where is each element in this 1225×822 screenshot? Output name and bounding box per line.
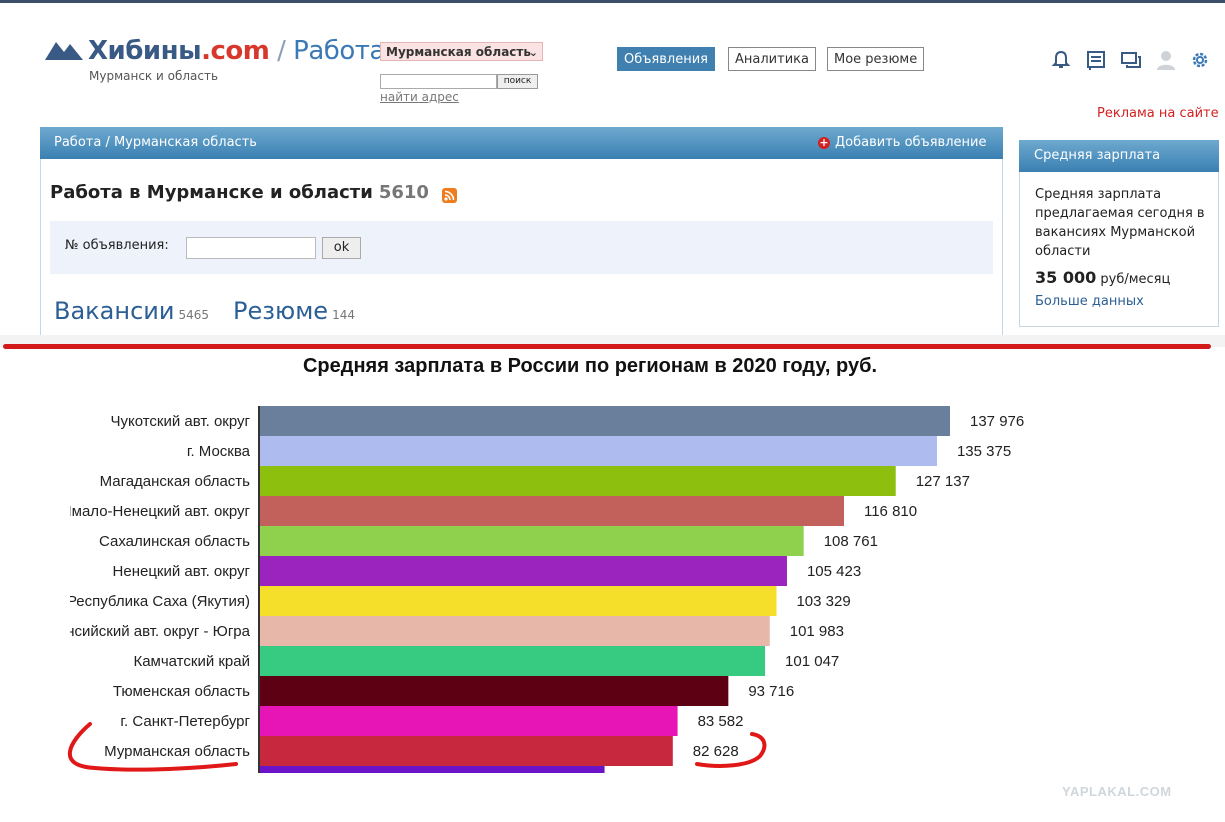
partial-bar — [259, 766, 605, 773]
bar — [259, 406, 950, 436]
value-label: 82 628 — [693, 743, 739, 760]
category-label: г. Санкт-Петербург — [120, 713, 250, 730]
bar — [259, 496, 844, 526]
bar — [259, 526, 804, 556]
gear-icon[interactable] — [1189, 49, 1211, 71]
category-label: г. Москва — [187, 443, 251, 460]
value-label: 83 582 — [698, 713, 744, 730]
bar — [259, 466, 896, 496]
tab-resumes-label: Резюме — [233, 297, 329, 325]
bar — [259, 556, 787, 586]
value-label: 108 761 — [824, 533, 878, 550]
tab-resumes[interactable]: Резюме 144 — [233, 297, 355, 325]
salary-widget-title: Средняя зарплата — [1019, 140, 1219, 172]
region-select-value: Мурманская область — [386, 45, 531, 59]
page-title: Работа в Мурманске и области 5610 — [50, 182, 429, 203]
category-label: Магаданская область — [100, 473, 251, 490]
bar — [259, 736, 673, 766]
user-icon[interactable] — [1155, 49, 1177, 71]
breadcrumb[interactable]: Работа / Мурманская область — [54, 127, 257, 159]
find-address-link[interactable]: найти адрес — [380, 90, 459, 104]
chevron-down-icon: ⌄ — [528, 46, 538, 59]
value-label: 103 329 — [796, 593, 850, 610]
salary-bar-chart: Чукотский авт. округ 137 976 г. Москва 135 … — [0, 406, 1024, 773]
chart-title: Средняя зарплата в России по регионам в … — [302, 355, 878, 377]
category-label: Камчатский край — [133, 653, 250, 670]
ad-number-label: № объявления: — [65, 238, 169, 253]
category-label: Ханты-Мансийский авт. округ - Югра — [0, 623, 251, 640]
bar — [259, 646, 766, 676]
logo-section-text: Работа — [293, 36, 385, 66]
chat-icon[interactable] — [1120, 49, 1142, 71]
bell-icon[interactable] — [1050, 49, 1072, 71]
red-divider-line — [3, 344, 1211, 349]
plus-icon: + — [818, 136, 830, 149]
category-label: Ненецкий авт. округ — [113, 563, 251, 580]
tab-vacancies-count: 5465 — [178, 308, 210, 322]
search-input[interactable] — [380, 74, 497, 89]
bar — [259, 706, 678, 736]
logo-main-text: Хибины — [88, 36, 202, 66]
bar — [259, 616, 770, 646]
category-label: Мурманская область — [104, 743, 250, 760]
tab-vacancies-label: Вакансии — [54, 297, 175, 325]
ad-number-ok-button[interactable]: ok — [322, 237, 361, 259]
nav-my-resume-button[interactable]: Мое резюме — [827, 47, 925, 71]
logo-mountains-icon[interactable] — [45, 38, 83, 64]
search-button[interactable]: поиск — [497, 74, 538, 89]
value-label: 93 716 — [748, 683, 794, 700]
tab-vacancies[interactable]: Вакансии 5465 — [54, 297, 209, 325]
logo-separator: / — [269, 36, 294, 66]
salary-value: 35 000 руб/месяц — [1035, 268, 1170, 287]
salary-widget-text: Средняя зарплата предлагаемая сегодня в … — [1035, 187, 1205, 259]
bar — [259, 586, 777, 616]
page-title-count: 5610 — [378, 182, 429, 203]
add-ad-button[interactable]: + Добавить объявление — [818, 127, 986, 159]
bar — [259, 676, 729, 706]
value-label: 101 983 — [790, 623, 844, 640]
category-label: Тюменская область — [113, 683, 250, 700]
value-label: 137 976 — [970, 413, 1024, 430]
value-label: 101 047 — [785, 653, 839, 670]
value-label: 105 423 — [807, 563, 861, 580]
nav-ads-button[interactable]: Объявления — [617, 47, 715, 71]
rss-icon[interactable] — [442, 188, 457, 203]
page-title-text: Работа в Мурманске и области — [50, 182, 373, 203]
category-label: Республика Саха (Якутия) — [67, 593, 250, 610]
value-label: 127 137 — [916, 473, 970, 490]
region-select[interactable]: Мурманская область ⌄ — [380, 42, 543, 61]
top-border — [0, 0, 1225, 3]
add-ad-label: Добавить объявление — [835, 135, 987, 150]
ad-number-input[interactable] — [186, 237, 316, 259]
site-logo[interactable]: Хибины.com / Работа — [88, 36, 385, 66]
bar — [259, 436, 937, 466]
logo-subtitle: Мурманск и область — [89, 69, 219, 83]
salary-unit: руб/месяц — [1100, 272, 1171, 287]
watermark-text: YAPLAKAL.COM — [1062, 784, 1172, 799]
value-label: 135 375 — [957, 443, 1011, 460]
salary-amount: 35 000 — [1035, 268, 1097, 287]
nav-analytics-button[interactable]: Аналитика — [728, 47, 816, 71]
tab-resumes-count: 144 — [332, 308, 355, 322]
more-data-link[interactable]: Больше данных — [1035, 294, 1144, 309]
advertise-link[interactable]: Реклама на сайте — [1097, 106, 1219, 121]
category-label: Ямало-Ненецкий авт. округ — [61, 503, 251, 520]
category-label: Сахалинская область — [99, 533, 250, 550]
news-icon[interactable] — [1085, 49, 1107, 71]
logo-com-text: .com — [201, 36, 270, 66]
category-label: Чукотский авт. округ — [110, 413, 250, 430]
value-label: 116 810 — [864, 503, 917, 520]
